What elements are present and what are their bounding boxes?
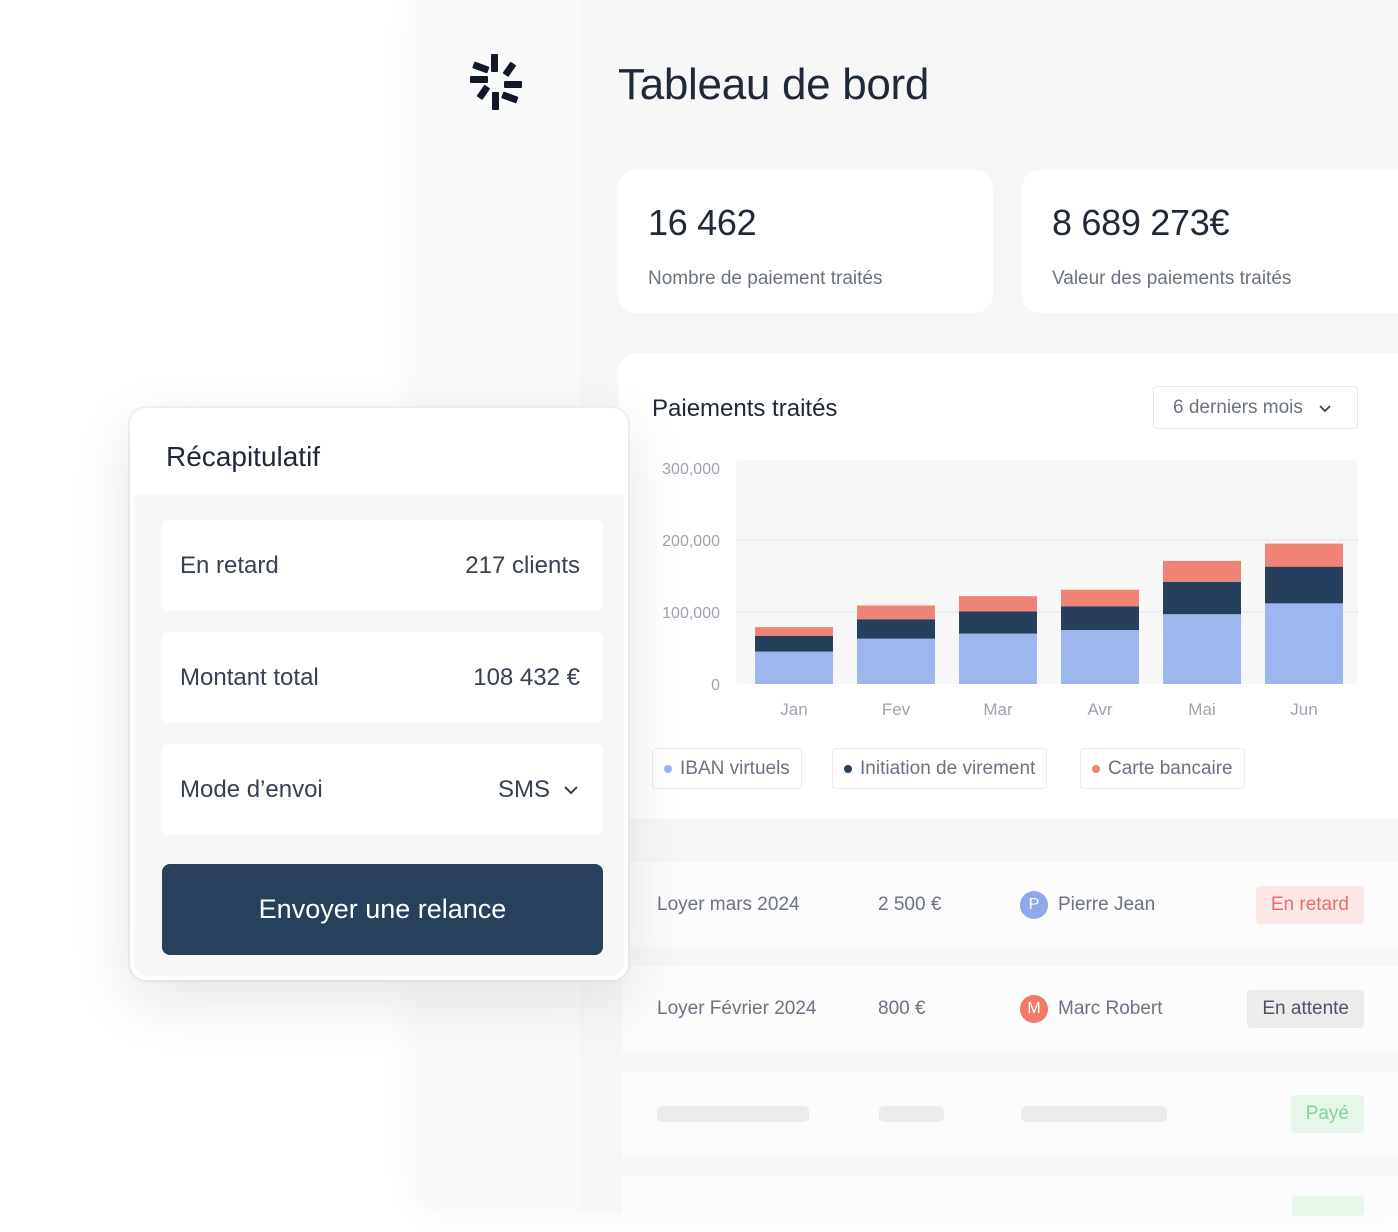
bar-segment — [857, 638, 935, 684]
status-badge: Payé — [1290, 1095, 1364, 1133]
bar-segment — [857, 605, 935, 620]
x-tick-label: Jun — [1290, 700, 1317, 719]
legend-dot — [1092, 764, 1100, 773]
stage: Tableau de bord 16 462 Nombre de paiemen… — [0, 0, 1398, 1232]
legend-label: Initiation de virement — [860, 757, 1036, 779]
avatar: P — [1020, 891, 1048, 919]
bar-segment — [1061, 606, 1139, 630]
y-tick-label: 200,000 — [662, 533, 720, 550]
brand-logo-icon[interactable] — [470, 54, 522, 112]
stat-label: Valeur des paiements traités — [1052, 268, 1292, 289]
bar-segment — [959, 611, 1037, 634]
send-mode-select[interactable]: SMS — [498, 776, 580, 804]
payment-reference: Loyer Février 2024 — [657, 998, 817, 1019]
send-reminder-button[interactable]: Envoyer une relance — [162, 864, 603, 955]
period-select[interactable]: 6 derniers mois — [1153, 386, 1358, 429]
y-tick-label: 300,000 — [662, 461, 720, 478]
x-tick-label: Mar — [983, 700, 1013, 719]
legend-dot — [664, 764, 672, 773]
legend-item-carte[interactable]: Carte bancaire — [1080, 748, 1245, 789]
payment-amount: 800 € — [878, 998, 926, 1019]
chevron-down-icon — [564, 785, 578, 794]
table-row[interactable]: Loyer Février 2024 800 € M Marc Robert E… — [622, 966, 1398, 1052]
chevron-down-icon — [1319, 404, 1331, 412]
page-title: Tableau de bord — [618, 60, 930, 109]
table-row-placeholder: Payé — [622, 1071, 1398, 1157]
bar-segment — [959, 596, 1037, 612]
x-tick-label: Fev — [882, 700, 911, 719]
summary-row-total: Montant total 108 432 € — [162, 632, 603, 723]
summary-row-send-mode[interactable]: Mode d’envoi SMS — [162, 744, 603, 835]
x-tick-label: Avr — [1087, 700, 1113, 719]
summary-title: Récapitulatif — [166, 441, 321, 472]
summary-body: En retard 217 clients Montant total 108 … — [134, 494, 624, 976]
stat-card-payments-value: 8 689 273€ Valeur des paiements traités — [1022, 170, 1398, 313]
summary-value: 217 clients — [465, 551, 580, 579]
bar-segment — [1265, 603, 1343, 684]
payer: M Marc Robert — [1020, 995, 1163, 1023]
payment-reference: Loyer mars 2024 — [657, 894, 800, 915]
legend-label: Carte bancaire — [1108, 757, 1233, 779]
bar-segment — [1061, 630, 1139, 684]
y-tick-label: 100,000 — [662, 605, 720, 622]
payer: P Pierre Jean — [1020, 891, 1155, 919]
y-tick-label: 0 — [711, 677, 720, 694]
stat-card-payments-count: 16 462 Nombre de paiement traités — [618, 170, 993, 313]
period-select-value: 6 derniers mois — [1173, 396, 1303, 418]
payer-name: Pierre Jean — [1058, 894, 1156, 915]
payer-name: Marc Robert — [1058, 998, 1163, 1019]
summary-label: En retard — [180, 551, 279, 579]
skeleton-bar — [879, 1106, 944, 1122]
legend-dot — [844, 764, 852, 773]
summary-value: 108 432 € — [473, 663, 580, 691]
stat-label: Nombre de paiement traités — [648, 268, 883, 289]
summary-card: Récapitulatif En retard 217 clients Mont… — [130, 408, 628, 980]
status-badge: En attente — [1247, 990, 1364, 1028]
stat-value: 8 689 273€ — [1052, 202, 1230, 243]
legend-item-virement[interactable]: Initiation de virement — [832, 748, 1048, 789]
bar-segment — [1163, 581, 1241, 615]
bar-segment — [959, 633, 1037, 684]
send-mode-value: SMS — [497, 775, 550, 803]
legend-item-iban[interactable]: IBAN virtuels — [652, 748, 802, 789]
payment-amount: 2 500 € — [878, 894, 942, 915]
legend-label: IBAN virtuels — [680, 757, 790, 779]
status-badge: En retard — [1255, 886, 1364, 924]
summary-row-late: En retard 217 clients — [162, 520, 603, 611]
skeleton-bar — [657, 1106, 809, 1122]
bar-segment — [1265, 543, 1343, 567]
bar-segment — [1163, 560, 1241, 582]
summary-label: Mode d’envoi — [180, 775, 323, 803]
x-tick-label: Mai — [1188, 700, 1215, 719]
bar-segment — [755, 627, 833, 636]
bar-segment — [755, 651, 833, 684]
skeleton-bar — [1021, 1106, 1167, 1122]
avatar: M — [1020, 995, 1048, 1023]
chart-title: Paiements traités — [652, 395, 838, 422]
chart-card: 300,000 200,000 100,000 0 Jan Fev Mar Avr Mai Jun… — [618, 353, 1398, 819]
bar-segment — [1163, 614, 1241, 684]
bar-segment — [1265, 566, 1343, 604]
table-row-placeholder — [622, 1176, 1398, 1216]
x-tick-label: Jan — [780, 700, 807, 719]
bar-segment — [755, 635, 833, 652]
bar-segment — [857, 619, 935, 639]
status-badge-partial — [1292, 1196, 1364, 1216]
bar-segment — [1061, 589, 1139, 607]
stat-value: 16 462 — [648, 202, 757, 243]
summary-label: Montant total — [180, 663, 319, 691]
table-row[interactable]: Loyer mars 2024 2 500 € P Pierre Jean En… — [622, 862, 1398, 948]
